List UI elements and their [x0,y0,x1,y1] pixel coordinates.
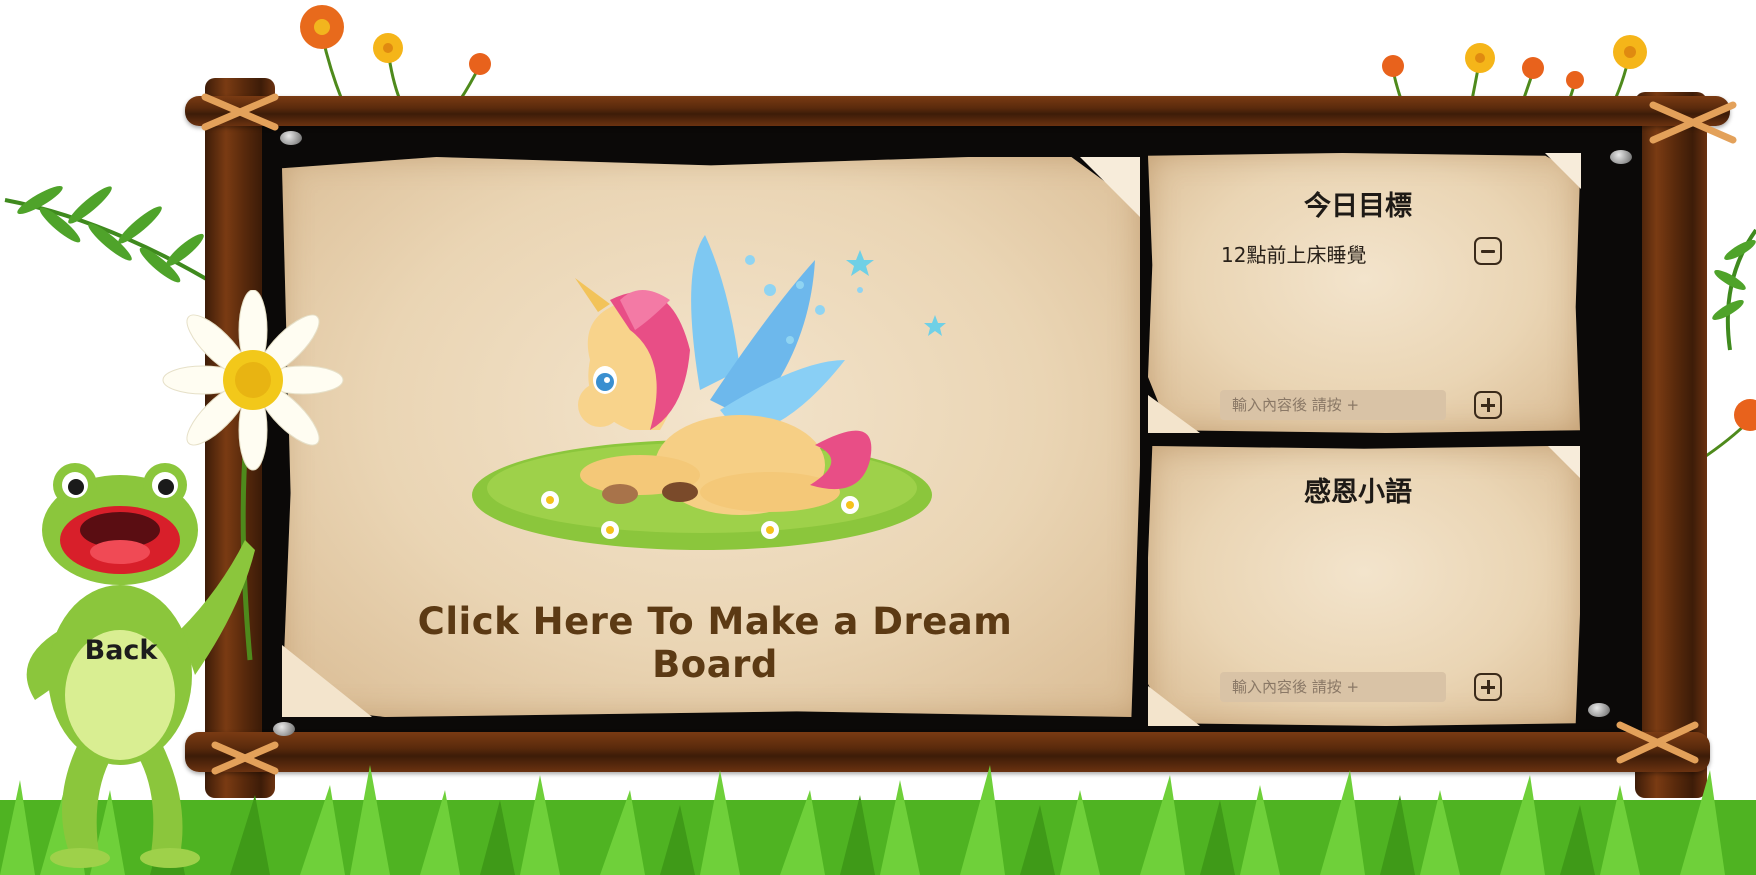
orange-flowers-left-decoration [300,5,491,101]
screw-icon [1588,703,1610,717]
unicorn-illustration[interactable] [470,230,950,580]
paper-curl-top-right [1545,153,1581,189]
wood-beam-top [185,96,1730,126]
add-goal-button[interactable] [1474,391,1502,419]
paper-curl-bottom-left [1148,395,1200,433]
paper-curl-top-right [1080,157,1140,217]
rope-tie-top-right [1649,101,1737,144]
add-gratitude-button[interactable] [1474,673,1502,701]
plus-square-icon [1481,398,1495,412]
orange-flower-right-edge-decoration [1700,399,1756,462]
remove-goal-button[interactable] [1474,237,1502,265]
paper-curl-top-right [1548,446,1580,478]
goal-input[interactable] [1220,390,1446,420]
plus-square-icon [1481,680,1495,694]
wood-post-right [1635,92,1707,798]
gratitude-input[interactable] [1220,672,1446,702]
goal-list-item: 12點前上床睡覺 [1221,243,1367,267]
screw-icon [1610,150,1632,164]
rope-tie-top-left [201,93,279,131]
paper-curl-bottom-left [1148,686,1200,726]
gratitude-title: 感恩小語 [1304,477,1412,508]
screw-icon [273,722,295,736]
minus-square-icon [1481,249,1495,253]
make-dream-board-link[interactable]: Click Here To Make a Dream Board [405,600,1025,686]
daily-goals-title: 今日目標 [1304,191,1412,222]
screw-icon [280,131,302,145]
back-button[interactable]: Back [67,610,175,690]
fern-leaf-right-decoration [1712,228,1756,351]
rope-tie-bottom-right [1616,721,1699,764]
